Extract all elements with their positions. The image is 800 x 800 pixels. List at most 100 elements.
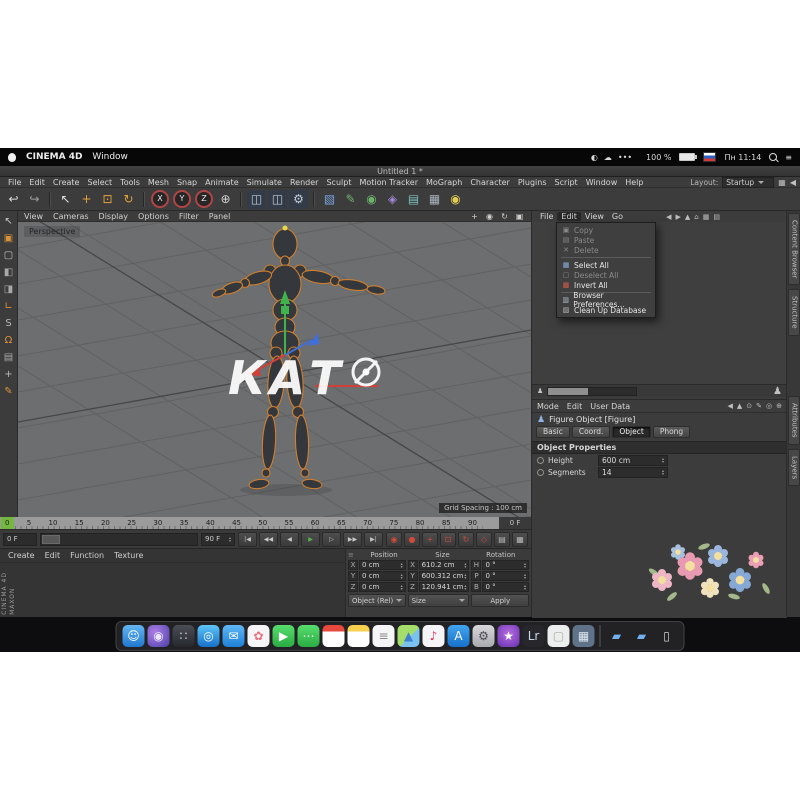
attribute-tab[interactable]: Phong [653, 426, 690, 438]
magnet-icon[interactable]: Ω [5, 336, 13, 346]
home-icon[interactable]: ⌂ [694, 213, 698, 221]
stepper-arrows-icon[interactable] [464, 573, 466, 579]
utility-dock-icon[interactable]: ▦ [573, 625, 595, 647]
music-dock-icon[interactable]: ♪ [423, 625, 445, 647]
mail-dock-icon[interactable]: ✉ [223, 625, 245, 647]
add-cube-icon[interactable]: ▧ [320, 190, 339, 209]
reminders-dock-icon[interactable]: ≡ [373, 625, 395, 647]
more-status-icon[interactable]: ••• [618, 153, 632, 162]
browser-menu-item[interactable]: Go [608, 212, 627, 221]
coordinate-system-icon[interactable]: ⊕ [216, 190, 235, 209]
goto-end-button[interactable]: ▶| [364, 532, 383, 547]
lightroom-dock-icon[interactable]: Lr [523, 625, 545, 647]
attribute-tab[interactable]: Basic [536, 426, 570, 438]
render-picture-viewer-icon[interactable]: ◫ [268, 190, 287, 209]
model-mode-icon[interactable]: ▣ [4, 234, 13, 244]
stepper-arrows-icon[interactable] [401, 584, 403, 590]
attribute-tab[interactable]: Object [612, 426, 650, 438]
stepper-arrows-icon[interactable] [229, 536, 231, 542]
stepper-arrows-icon[interactable] [464, 562, 466, 568]
thumbnail-zoom-slider[interactable] [547, 387, 637, 396]
render-settings-icon[interactable]: ⚙ [289, 190, 308, 209]
stepper-arrows-icon[interactable] [401, 562, 403, 568]
point-mode-icon[interactable]: ◧ [4, 268, 13, 278]
app-menu-item[interactable]: Help [621, 178, 647, 187]
stepper-arrows-icon[interactable] [662, 469, 664, 475]
stepper-arrows-icon[interactable] [464, 584, 466, 590]
app-menu-item[interactable]: Sculpt [322, 178, 355, 187]
edge-mode-icon[interactable]: ◨ [4, 285, 13, 295]
viewport-menu-item[interactable]: Filter [179, 212, 199, 221]
viewport-menu-item[interactable]: Options [138, 212, 169, 221]
app-menu-item[interactable]: Window [582, 178, 622, 187]
next-frame-button[interactable]: ▷ [322, 532, 341, 547]
app-menu-item[interactable]: Character [466, 178, 514, 187]
axis-icon[interactable]: + [4, 370, 12, 380]
photos-dock-icon[interactable]: ✿ [248, 625, 270, 647]
rotate-view-icon[interactable]: ↻ [499, 212, 510, 221]
attribute-menu-item[interactable]: User Data [590, 402, 630, 411]
coordinate-field[interactable]: 0 cm [359, 582, 406, 592]
viewport-menu-item[interactable]: View [24, 212, 43, 221]
menubar-clock[interactable]: Пн 11:14 [724, 153, 761, 162]
safari-dock-icon[interactable]: ◎ [198, 625, 220, 647]
input-language-flag-icon[interactable] [703, 152, 716, 162]
attribute-menu-item[interactable]: Edit [567, 402, 583, 411]
add-floor-icon[interactable]: ▤ [404, 190, 423, 209]
paint-icon[interactable]: ✎ [4, 387, 12, 397]
prev-frame-button[interactable]: ◀ [280, 532, 299, 547]
dropdown-menu-item[interactable]: ▣ Copy [557, 225, 655, 235]
toolbar-icon[interactable] [49, 192, 51, 207]
coordinate-field[interactable]: 0 ° [482, 571, 529, 581]
autokey-icon[interactable]: ● [404, 532, 420, 547]
app-menu-item[interactable]: Script [550, 178, 581, 187]
app-menu-item[interactable]: File [4, 178, 25, 187]
maps-dock-icon[interactable]: ▲ [398, 625, 420, 647]
selection-cursor-icon[interactable]: ↖ [4, 217, 12, 227]
forward-icon[interactable]: ▶ [676, 213, 681, 221]
rotate-tool-icon[interactable]: ↻ [119, 190, 138, 209]
dropdown-menu-item[interactable]: ▨ Clean Up Database [557, 305, 655, 315]
dropdown-menu-item[interactable]: ▦ Select All [557, 260, 655, 270]
material-menu-item[interactable]: Edit [45, 551, 61, 560]
viewport-menu-item[interactable]: Panel [209, 212, 231, 221]
dropdown-menu-item[interactable]: ▤ Paste [557, 235, 655, 245]
toolbar-icon[interactable] [240, 192, 242, 207]
timeline-range-slider[interactable] [40, 533, 198, 546]
add-camera-icon[interactable]: ▦ [425, 190, 444, 209]
dropdown-menu-item[interactable]: ▥ Browser Preferences... [557, 295, 655, 305]
z-axis-lock-icon[interactable]: Z [195, 190, 213, 208]
camera-label[interactable]: Perspective [24, 226, 80, 237]
app-menu-item[interactable]: Animate [201, 178, 243, 187]
dropdown-menu-item[interactable]: ▢ Deselect All [557, 270, 655, 280]
finder-dock-icon[interactable]: ☺ [123, 625, 145, 647]
documents-folder-icon[interactable]: ▰ [631, 625, 653, 647]
material-menu-item[interactable]: Texture [114, 551, 143, 560]
stepper-arrows-icon[interactable] [524, 573, 526, 579]
object-axis-icon[interactable]: ▢ [4, 251, 13, 261]
coordinate-field[interactable]: 0 ° [482, 582, 529, 592]
app-menu-item[interactable]: Select [83, 178, 116, 187]
browser-menu-item[interactable]: File [536, 212, 557, 221]
battery-icon[interactable] [679, 153, 695, 161]
attribute-menu-item[interactable]: Mode [537, 402, 559, 411]
coordinate-field[interactable]: 600.312 cm [419, 571, 470, 581]
workplane-icon[interactable]: ∟ [4, 302, 12, 312]
range-end-field[interactable]: 90 F [201, 533, 235, 546]
render-view-icon[interactable]: ◫ [247, 190, 266, 209]
undo-icon[interactable]: ↩ [4, 190, 23, 209]
messages-dock-icon[interactable]: ⋯ [298, 625, 320, 647]
settings-icon[interactable]: ⊕ [776, 402, 782, 410]
app-menu-item[interactable]: Mesh [144, 178, 173, 187]
scale-tool-icon[interactable]: ⊡ [98, 190, 117, 209]
attribute-tab[interactable]: Coord. [572, 426, 611, 438]
coordinate-field[interactable]: 120.941 cm [419, 582, 470, 592]
notification-center-icon[interactable]: ≡ [785, 153, 792, 162]
add-spline-icon[interactable]: ✎ [341, 190, 360, 209]
material-menu-item[interactable]: Function [70, 551, 104, 560]
record-position-icon[interactable]: + [422, 532, 438, 547]
next-key-button[interactable]: ▶▶ [343, 532, 362, 547]
section-header[interactable]: Object Properties [532, 441, 787, 454]
zoom-view-icon[interactable]: ◉ [484, 212, 495, 221]
system-preferences-dock-icon[interactable]: ⚙ [473, 625, 495, 647]
